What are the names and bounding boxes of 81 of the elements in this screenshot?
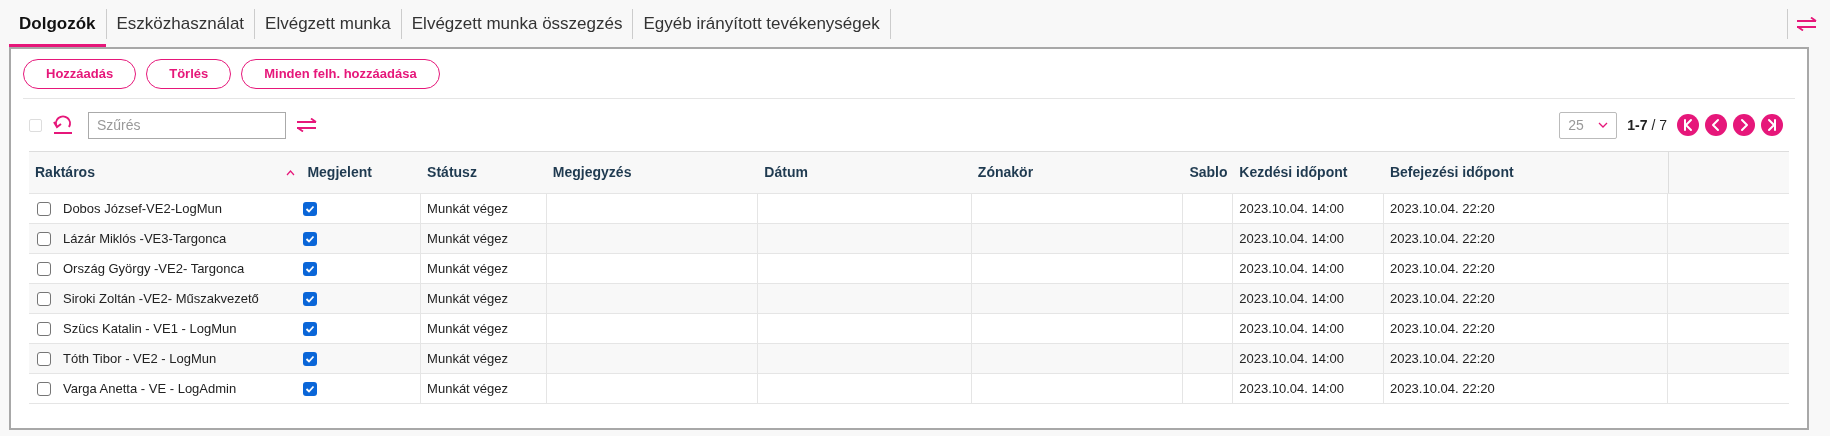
table-cell-text: 2023.10.04. 22:20: [1389, 259, 1495, 278]
tab[interactable]: Egyéb irányított tevékenységek: [633, 0, 890, 47]
table-cell-text: Siroki Zoltán -VE2- Műszakvezető: [63, 289, 259, 308]
check-icon: [305, 233, 316, 244]
first-page-icon[interactable]: [1677, 114, 1699, 136]
chevron-down-icon: [1598, 122, 1609, 128]
table-cell-text: 2023.10.04. 14:00: [1239, 379, 1345, 398]
check-icon: [305, 323, 316, 334]
next-page-icon[interactable]: [1733, 114, 1755, 136]
table-cell-text: 2023.10.04. 14:00: [1239, 319, 1345, 338]
present-checkbox[interactable]: [303, 381, 318, 396]
select-all-checkbox[interactable]: [29, 118, 42, 132]
filter-field[interactable]: Szűrés: [88, 111, 286, 139]
present-checkbox[interactable]: [303, 351, 318, 366]
table-cell-text: Munkát végez: [427, 379, 509, 398]
table-cell-text: 2023.10.04. 22:20: [1389, 229, 1495, 248]
check-icon: [305, 293, 316, 304]
table-row[interactable]: Varga Anetta - VE - LogAdmin Munkát végez 2023.10.04. 14:00 2023.10.04. 22:20: [29, 374, 1789, 404]
column-header[interactable]: Dátum: [758, 152, 972, 193]
row-checkbox[interactable]: [37, 381, 51, 396]
check-icon: [305, 263, 316, 274]
present-checkbox[interactable]: [303, 291, 318, 306]
table-cell-text: 2023.10.04. 22:20: [1389, 349, 1495, 368]
last-page-icon[interactable]: [1761, 114, 1783, 136]
check-icon: [305, 203, 316, 214]
table-cell-text: Munkát végez: [427, 349, 509, 368]
table-cell-text: Munkát végez: [427, 229, 509, 248]
table-cell-text: 2023.10.04. 22:20: [1389, 289, 1495, 308]
table-row[interactable]: Lázár Miklós -VE3-Targonca Munkát végez 2023.10.04. 14:00 2023.10.04. 22:20: [29, 224, 1789, 254]
table-cell-text: 2023.10.04. 22:20: [1389, 199, 1495, 218]
page-range: 1-7 / 7: [1627, 115, 1667, 135]
table-cell-text: 2023.10.04. 14:00: [1239, 259, 1345, 278]
swap-icon[interactable]: [296, 118, 318, 132]
row-checkbox[interactable]: [37, 201, 51, 216]
table-row[interactable]: Tóth Tibor - VE2 - LogMun Munkát végez 2023.10.04. 14:00 2023.10.04. 22:20: [29, 344, 1789, 374]
present-checkbox[interactable]: [303, 201, 318, 216]
tab[interactable]: Eszközhasználat: [106, 0, 255, 47]
column-header[interactable]: Státusz: [421, 152, 547, 193]
table-cell-text: Lázár Miklós -VE3-Targonca: [63, 229, 227, 248]
sort-ascending-icon: [286, 169, 296, 176]
tab[interactable]: Elvégzett munka összegzés: [401, 0, 633, 47]
table-cell-text: Munkát végez: [427, 259, 509, 278]
table-row[interactable]: Siroki Zoltán -VE2- Műszakvezető Munkát végez 2023.10.04. 14:00 2023.10.04. 22:20: [29, 284, 1789, 314]
previous-page-icon[interactable]: [1705, 114, 1727, 136]
column-header[interactable]: Befejezési időpont: [1383, 152, 1669, 193]
row-checkbox[interactable]: [37, 291, 51, 306]
column-header[interactable]: Sablo: [1183, 152, 1234, 193]
table-cell-text: Dobos József-VE2-LogMun: [63, 199, 222, 218]
row-checkbox[interactable]: [37, 351, 51, 366]
present-checkbox[interactable]: [303, 231, 318, 246]
table-cell-text: Szücs Katalin - VE1 - LogMun: [63, 319, 237, 338]
table-row[interactable]: Szücs Katalin - VE1 - LogMun Munkát végez 2023.10.04. 14:00 2023.10.04. 22:20: [29, 314, 1789, 344]
column-header[interactable]: Megjegyzés: [546, 152, 759, 193]
tab[interactable]: Elvégzett munka: [255, 0, 401, 47]
row-checkbox[interactable]: [37, 261, 51, 276]
column-header[interactable]: Zónakör: [971, 152, 1184, 193]
present-checkbox[interactable]: [303, 321, 318, 336]
reset-icon[interactable]: [52, 115, 74, 135]
column-header[interactable]: Megjelent: [301, 152, 422, 193]
table-cell-text: 2023.10.04. 14:00: [1239, 349, 1345, 368]
row-checkbox[interactable]: [37, 321, 51, 336]
table-cell-text: 2023.10.04. 22:20: [1389, 319, 1495, 338]
table-cell-text: Varga Anetta - VE - LogAdmin: [63, 379, 237, 398]
check-icon: [305, 353, 316, 364]
table-cell-text: Ország György -VE2- Targonca: [63, 259, 245, 278]
column-header[interactable]: Raktáros: [29, 152, 302, 193]
swap-icon[interactable]: [1796, 16, 1818, 31]
table-cell-text: 2023.10.04. 14:00: [1239, 229, 1345, 248]
table-cell-text: 2023.10.04. 22:20: [1389, 379, 1495, 398]
table-cell-text: Munkát végez: [427, 319, 509, 338]
present-checkbox[interactable]: [303, 261, 318, 276]
table-row[interactable]: Dobos József-VE2-LogMun Munkát végez 2023.10.04. 14:00 2023.10.04. 22:20: [29, 194, 1789, 224]
table-cell-text: 2023.10.04. 14:00: [1239, 289, 1345, 308]
check-icon: [305, 383, 316, 394]
table-cell-text: 2023.10.04. 14:00: [1239, 199, 1345, 218]
table-cell-text: Tóth Tibor - VE2 - LogMun: [63, 349, 217, 368]
table-cell-text: Munkát végez: [427, 289, 509, 308]
column-header[interactable]: Kezdési időpont: [1233, 152, 1384, 193]
table-row[interactable]: Ország György -VE2- Targonca Munkát végez 2023.10.04. 14:00 2023.10.04. 22:20: [29, 254, 1789, 284]
row-checkbox[interactable]: [37, 231, 51, 246]
table-cell-text: Munkát végez: [427, 199, 509, 218]
